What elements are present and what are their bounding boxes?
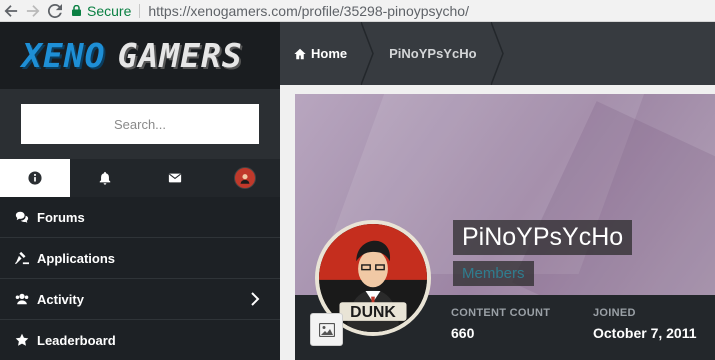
sidebar: XENO GAMERS Forums Applications Activity: [0, 22, 280, 360]
logo-part-2: GAMERS: [117, 36, 243, 75]
browser-toolbar: Secure https://xenogamers.com/profile/35…: [0, 0, 715, 22]
sidebar-item-label: Applications: [37, 250, 116, 266]
breadcrumb-home-label: Home: [311, 46, 348, 61]
tab-notifications[interactable]: [70, 159, 140, 197]
sidebar-item-activity[interactable]: Activity: [0, 279, 280, 320]
reload-icon: [48, 3, 62, 18]
user-avatar-icon: [234, 167, 256, 189]
bell-icon: [99, 171, 111, 185]
image-icon: [318, 322, 335, 337]
content-count-value[interactable]: 660: [451, 325, 550, 341]
sidebar-item-applications[interactable]: Applications: [0, 238, 280, 279]
breadcrumb: Home PiNoYPsYcHo: [280, 22, 715, 85]
info-icon: [28, 171, 42, 185]
back-arrow-icon: [4, 4, 18, 17]
forward-button[interactable]: [22, 0, 44, 22]
gavel-icon: [15, 251, 29, 265]
profile-group[interactable]: Members: [453, 261, 534, 286]
forward-arrow-icon: [26, 4, 40, 17]
logo-area: XENO GAMERS: [0, 22, 280, 89]
secure-label: Secure: [87, 2, 132, 19]
joined-label: JOINED: [593, 307, 636, 319]
tab-messages[interactable]: [140, 159, 210, 197]
envelope-icon: [168, 173, 182, 183]
content-count-label: CONTENT COUNT: [451, 307, 551, 319]
avatar-text: DUNK: [350, 304, 396, 321]
profile-header: DUNK PiNoYPsYcHo Members CONTENT COUNT 6…: [295, 94, 715, 360]
search-input[interactable]: [21, 104, 259, 144]
users-icon: [15, 293, 29, 305]
change-cover-photo-button[interactable]: [310, 313, 343, 346]
search-area: [0, 89, 280, 159]
tab-info[interactable]: [0, 159, 70, 197]
breadcrumb-current-label: PiNoYPsYcHo: [389, 46, 477, 61]
breadcrumb-current[interactable]: PiNoYPsYcHo: [375, 22, 490, 85]
sidebar-item-leaderboard[interactable]: Leaderboard: [0, 320, 280, 360]
breadcrumb-separator: [490, 22, 504, 85]
sidebar-item-label: Leaderboard: [37, 332, 116, 348]
logo-part-1: XENO: [22, 36, 106, 75]
home-icon: [294, 48, 306, 59]
back-button[interactable]: [0, 0, 22, 22]
sidebar-tabs: [0, 159, 280, 197]
sidebar-item-label: Activity: [37, 291, 84, 307]
profile-name: PiNoYPsYcHo: [453, 220, 633, 255]
breadcrumb-home[interactable]: Home: [280, 22, 361, 85]
comments-icon: [15, 211, 29, 223]
star-icon: [15, 333, 29, 346]
url-text[interactable]: https://xenogamers.com/profile/35298-pin…: [148, 3, 469, 19]
sidebar-item-forums[interactable]: Forums: [0, 197, 280, 238]
tab-account[interactable]: [210, 159, 280, 197]
content-count-stat: CONTENT COUNT 660: [451, 307, 550, 341]
main-content: Home PiNoYPsYcHo DUNK PiNoYPsYcHo Member…: [280, 22, 715, 360]
joined-value: October 7, 2011: [593, 325, 697, 341]
chevron-right-icon: [251, 292, 260, 306]
lock-icon: [72, 5, 81, 16]
address-separator: [139, 3, 141, 18]
sidebar-item-label: Forums: [37, 209, 85, 225]
joined-stat: JOINED October 7, 2011: [593, 307, 697, 341]
breadcrumb-separator: [361, 22, 374, 85]
site-logo[interactable]: XENO GAMERS: [22, 36, 243, 75]
reload-button[interactable]: [44, 0, 66, 22]
address-bar[interactable]: Secure https://xenogamers.com/profile/35…: [72, 0, 469, 22]
